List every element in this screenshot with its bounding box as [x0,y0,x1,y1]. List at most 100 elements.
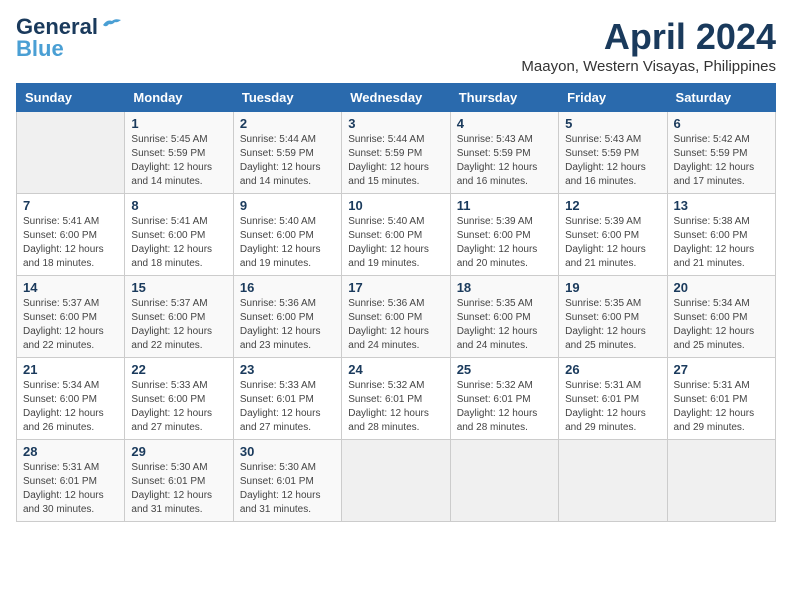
calendar-cell: 11 Sunrise: 5:39 AM Sunset: 6:00 PM Dayli… [450,194,558,276]
day-info: Sunrise: 5:40 AM Sunset: 6:00 PM Dayligh… [348,215,443,271]
day-number: 15 [131,280,226,295]
day-info: Sunrise: 5:34 AM Sunset: 6:00 PM Dayligh… [23,379,118,435]
day-info: Sunrise: 5:44 AM Sunset: 5:59 PM Dayligh… [348,133,443,189]
day-number: 17 [348,280,443,295]
calendar-cell: 9 Sunrise: 5:40 AM Sunset: 6:00 PM Daylig… [233,194,341,276]
day-number: 27 [674,362,769,377]
day-number: 11 [457,198,552,213]
day-number: 6 [674,116,769,131]
day-number: 23 [240,362,335,377]
day-number: 16 [240,280,335,295]
weekday-header-friday: Friday [559,84,667,112]
logo-blue: Blue [16,38,123,60]
day-number: 14 [23,280,118,295]
day-info: Sunrise: 5:30 AM Sunset: 6:01 PM Dayligh… [240,461,335,517]
day-info: Sunrise: 5:39 AM Sunset: 6:00 PM Dayligh… [565,215,660,271]
calendar-cell: 7 Sunrise: 5:41 AM Sunset: 6:00 PM Daylig… [17,194,125,276]
day-number: 22 [131,362,226,377]
weekday-header-wednesday: Wednesday [342,84,450,112]
calendar-cell [342,440,450,522]
calendar-cell: 3 Sunrise: 5:44 AM Sunset: 5:59 PM Daylig… [342,112,450,194]
calendar-cell: 26 Sunrise: 5:31 AM Sunset: 6:01 PM Dayli… [559,358,667,440]
calendar-week-5: 28 Sunrise: 5:31 AM Sunset: 6:01 PM Dayli… [17,440,776,522]
calendar-cell: 6 Sunrise: 5:42 AM Sunset: 5:59 PM Daylig… [667,112,775,194]
day-info: Sunrise: 5:40 AM Sunset: 6:00 PM Dayligh… [240,215,335,271]
day-info: Sunrise: 5:37 AM Sunset: 6:00 PM Dayligh… [131,297,226,353]
calendar-cell: 22Sunrise: 5:33 AM Sunset: 6:00 PM Dayli… [125,358,233,440]
calendar-cell: 29Sunrise: 5:30 AM Sunset: 6:01 PM Dayli… [125,440,233,522]
day-number: 2 [240,116,335,131]
day-number: 10 [348,198,443,213]
calendar-cell: 27Sunrise: 5:31 AM Sunset: 6:01 PM Dayli… [667,358,775,440]
day-number: 25 [457,362,552,377]
calendar-week-4: 21 Sunrise: 5:34 AM Sunset: 6:00 PM Dayli… [17,358,776,440]
day-info: Sunrise: 5:35 AM Sunset: 6:00 PM Dayligh… [565,297,660,353]
day-number: 5 [565,116,660,131]
calendar-week-1: 1 Sunrise: 5:45 AM Sunset: 5:59 PM Daylig… [17,112,776,194]
title-block: April 2024 Maayon, Western Visayas, Phil… [521,16,776,75]
calendar-week-2: 7 Sunrise: 5:41 AM Sunset: 6:00 PM Daylig… [17,194,776,276]
calendar-cell: 8 Sunrise: 5:41 AM Sunset: 6:00 PM Daylig… [125,194,233,276]
day-number: 20 [674,280,769,295]
day-number: 9 [240,198,335,213]
calendar-cell [667,440,775,522]
day-number: 21 [23,362,118,377]
calendar-cell: 18 Sunrise: 5:35 AM Sunset: 6:00 PM Dayli… [450,276,558,358]
day-info: Sunrise: 5:33 AM Sunset: 6:01 PM Dayligh… [240,379,335,435]
weekday-header-tuesday: Tuesday [233,84,341,112]
calendar-cell: 14 Sunrise: 5:37 AM Sunset: 6:00 PM Dayli… [17,276,125,358]
logo: General Blue [16,16,123,60]
calendar-cell: 15 Sunrise: 5:37 AM Sunset: 6:00 PM Dayli… [125,276,233,358]
day-number: 7 [23,198,118,213]
weekday-header-thursday: Thursday [450,84,558,112]
day-number: 4 [457,116,552,131]
day-number: 29 [131,444,226,459]
logo-bird-icon [101,17,123,33]
day-info: Sunrise: 5:31 AM Sunset: 6:01 PM Dayligh… [565,379,660,435]
day-info: Sunrise: 5:44 AM Sunset: 5:59 PM Dayligh… [240,133,335,189]
logo-text: General Blue [16,16,123,60]
day-number: 26 [565,362,660,377]
day-info: Sunrise: 5:31 AM Sunset: 6:01 PM Dayligh… [23,461,118,517]
calendar-cell: 23 Sunrise: 5:33 AM Sunset: 6:01 PM Dayli… [233,358,341,440]
day-info: Sunrise: 5:38 AM Sunset: 6:00 PM Dayligh… [674,215,769,271]
day-info: Sunrise: 5:37 AM Sunset: 6:00 PM Dayligh… [23,297,118,353]
calendar-cell: 28 Sunrise: 5:31 AM Sunset: 6:01 PM Dayli… [17,440,125,522]
day-info: Sunrise: 5:34 AM Sunset: 6:00 PM Dayligh… [674,297,769,353]
day-info: Sunrise: 5:42 AM Sunset: 5:59 PM Dayligh… [674,133,769,189]
day-info: Sunrise: 5:41 AM Sunset: 6:00 PM Dayligh… [131,215,226,271]
day-number: 19 [565,280,660,295]
calendar-cell [559,440,667,522]
day-info: Sunrise: 5:39 AM Sunset: 6:00 PM Dayligh… [457,215,552,271]
day-number: 12 [565,198,660,213]
calendar-week-3: 14 Sunrise: 5:37 AM Sunset: 6:00 PM Dayli… [17,276,776,358]
calendar-cell: 13 Sunrise: 5:38 AM Sunset: 6:00 PM Dayli… [667,194,775,276]
calendar-cell: 5Sunrise: 5:43 AM Sunset: 5:59 PM Daylig… [559,112,667,194]
location-title: Maayon, Western Visayas, Philippines [521,58,776,75]
day-info: Sunrise: 5:32 AM Sunset: 6:01 PM Dayligh… [348,379,443,435]
calendar-cell: 10 Sunrise: 5:40 AM Sunset: 6:00 PM Dayli… [342,194,450,276]
day-number: 8 [131,198,226,213]
calendar-cell: 16 Sunrise: 5:36 AM Sunset: 6:00 PM Dayli… [233,276,341,358]
day-number: 30 [240,444,335,459]
day-info: Sunrise: 5:36 AM Sunset: 6:00 PM Dayligh… [240,297,335,353]
weekday-header-row: SundayMondayTuesdayWednesdayThursdayFrid… [17,84,776,112]
day-info: Sunrise: 5:35 AM Sunset: 6:00 PM Dayligh… [457,297,552,353]
day-number: 18 [457,280,552,295]
calendar-cell: 4 Sunrise: 5:43 AM Sunset: 5:59 PM Daylig… [450,112,558,194]
calendar-cell: 12 Sunrise: 5:39 AM Sunset: 6:00 PM Dayli… [559,194,667,276]
day-info: Sunrise: 5:41 AM Sunset: 6:00 PM Dayligh… [23,215,118,271]
calendar-cell: 1 Sunrise: 5:45 AM Sunset: 5:59 PM Daylig… [125,112,233,194]
calendar-cell: 2 Sunrise: 5:44 AM Sunset: 5:59 PM Daylig… [233,112,341,194]
calendar-table: SundayMondayTuesdayWednesdayThursdayFrid… [16,83,776,522]
day-number: 3 [348,116,443,131]
calendar-cell: 30 Sunrise: 5:30 AM Sunset: 6:01 PM Dayli… [233,440,341,522]
calendar-cell: 17Sunrise: 5:36 AM Sunset: 6:00 PM Dayli… [342,276,450,358]
day-number: 28 [23,444,118,459]
day-number: 13 [674,198,769,213]
day-info: Sunrise: 5:45 AM Sunset: 5:59 PM Dayligh… [131,133,226,189]
calendar-cell [450,440,558,522]
day-number: 1 [131,116,226,131]
calendar-cell: 21 Sunrise: 5:34 AM Sunset: 6:00 PM Dayli… [17,358,125,440]
day-info: Sunrise: 5:43 AM Sunset: 5:59 PM Dayligh… [457,133,552,189]
